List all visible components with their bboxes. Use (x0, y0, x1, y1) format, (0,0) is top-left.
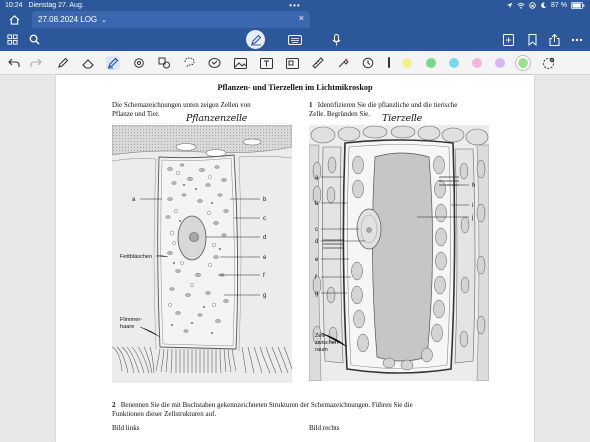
color-swatch[interactable] (518, 58, 528, 68)
status-time: 10:24 (5, 2, 23, 9)
ruler-icon[interactable] (311, 56, 325, 70)
animal-label-j: j (471, 215, 473, 221)
keyboard-icon[interactable] (287, 33, 302, 46)
plant-label-fettblaeschen: Fettbläschen (120, 254, 152, 260)
redo-icon[interactable] (29, 56, 43, 70)
tab-bar: 27.08.2024 LOG ⌄ × (0, 11, 590, 28)
share-icon[interactable] (548, 33, 561, 46)
tab-chevron-icon[interactable]: ⌄ (101, 16, 107, 24)
task1-line-1: Identifizieren Sie die pflanzliche und d… (317, 101, 458, 109)
sticker-icon[interactable] (207, 56, 221, 70)
pen-icon[interactable] (56, 56, 70, 70)
bookmark-icon[interactable] (526, 33, 538, 46)
highlighter-icon[interactable] (106, 56, 120, 70)
color-picker-icon[interactable] (541, 56, 555, 70)
task2-text: 2 Benennen Sie die mit Buchstaben gekenn… (112, 401, 492, 420)
search-icon[interactable] (28, 33, 41, 46)
color-swatch[interactable] (402, 58, 412, 68)
animal-label-zell-1: Zell- (315, 333, 326, 339)
intro-line-1: Die Schemazeichnungen unten zeigen Zelle… (112, 101, 251, 109)
pen-mode-icon (250, 34, 261, 45)
scan-icon[interactable] (285, 56, 299, 70)
timer-icon[interactable] (361, 56, 375, 70)
thickness-indicator[interactable] (388, 57, 390, 68)
handwriting-right: Tierzelle (382, 113, 423, 124)
animal-label-i: i (472, 203, 473, 209)
selection-icon[interactable] (182, 56, 196, 70)
shapes-icon[interactable] (132, 56, 146, 70)
plant-label-d: d (263, 235, 266, 241)
tab-title: 27.08.2024 LOG (38, 15, 98, 24)
task1-number: 1 (309, 101, 313, 109)
multitasking-dots[interactable]: ••• (289, 1, 300, 10)
animal-label-g: g (315, 291, 318, 297)
home-button[interactable] (6, 13, 22, 26)
plant-label-flimmer-1: Flimmer- (120, 317, 142, 323)
sidebar-icon[interactable] (6, 33, 19, 46)
bild-links-label: Bild links (112, 424, 140, 432)
lasso-icon[interactable] (157, 56, 171, 70)
animal-label-c: c (315, 227, 318, 233)
status-date: Dienstag 27. Aug. (28, 2, 84, 9)
plant-label-c: c (263, 216, 266, 222)
handwriting-left: Pflanzenzelle (186, 113, 248, 124)
animal-label-d: d (315, 239, 318, 245)
undo-icon[interactable] (7, 56, 21, 70)
animal-cell-figure: a b c d e f g h i j Zell- zwischen- raum (309, 125, 489, 381)
image-icon[interactable] (233, 56, 247, 70)
tab-document[interactable]: 27.08.2024 LOG ⌄ × (32, 11, 310, 28)
task2-number: 2 (112, 401, 116, 409)
orientation-lock-icon (529, 2, 536, 9)
location-icon (506, 2, 513, 9)
more-icon[interactable] (570, 33, 584, 46)
text-icon[interactable] (259, 56, 273, 70)
color-swatch[interactable] (449, 58, 459, 68)
task2-line-1: Benennen Sie die mit Buchstaben gekennze… (120, 401, 413, 409)
home-icon (9, 14, 19, 25)
tab-close-button[interactable]: × (299, 13, 304, 23)
page-title: Pflanzen- und Tierzellen im Lichtmikrosk… (217, 83, 373, 92)
animal-label-zell-3: raum (315, 347, 328, 353)
color-swatch[interactable] (472, 58, 482, 68)
animal-label-h: h (472, 183, 475, 189)
status-bar: 10:24 Dienstag 27. Aug. ••• 87 % (0, 0, 590, 11)
task2-line-2: Funktionen dieser Zellstrukturen auf. (112, 410, 217, 419)
color-swatch[interactable] (495, 58, 505, 68)
battery-icon (571, 2, 585, 9)
microphone-icon[interactable] (330, 33, 342, 46)
plant-label-g: g (263, 293, 266, 299)
animal-label-zell-2: zwischen- (315, 340, 340, 346)
plant-cell-figure: a b c d e f g Fettbläschen Flimmer- haar… (112, 125, 292, 383)
eraser-icon[interactable] (81, 56, 95, 70)
laser-icon[interactable] (336, 56, 350, 70)
bild-rechts-label: Bild rechts (309, 424, 340, 432)
wifi-icon (517, 2, 525, 9)
moon-icon (541, 2, 547, 9)
pen-mode-button[interactable] (246, 30, 265, 49)
plant-label-flimmer-2: haare (120, 324, 134, 330)
add-page-icon[interactable] (502, 33, 515, 46)
color-swatch[interactable] (426, 58, 436, 68)
battery-percent: 87 % (551, 2, 567, 9)
